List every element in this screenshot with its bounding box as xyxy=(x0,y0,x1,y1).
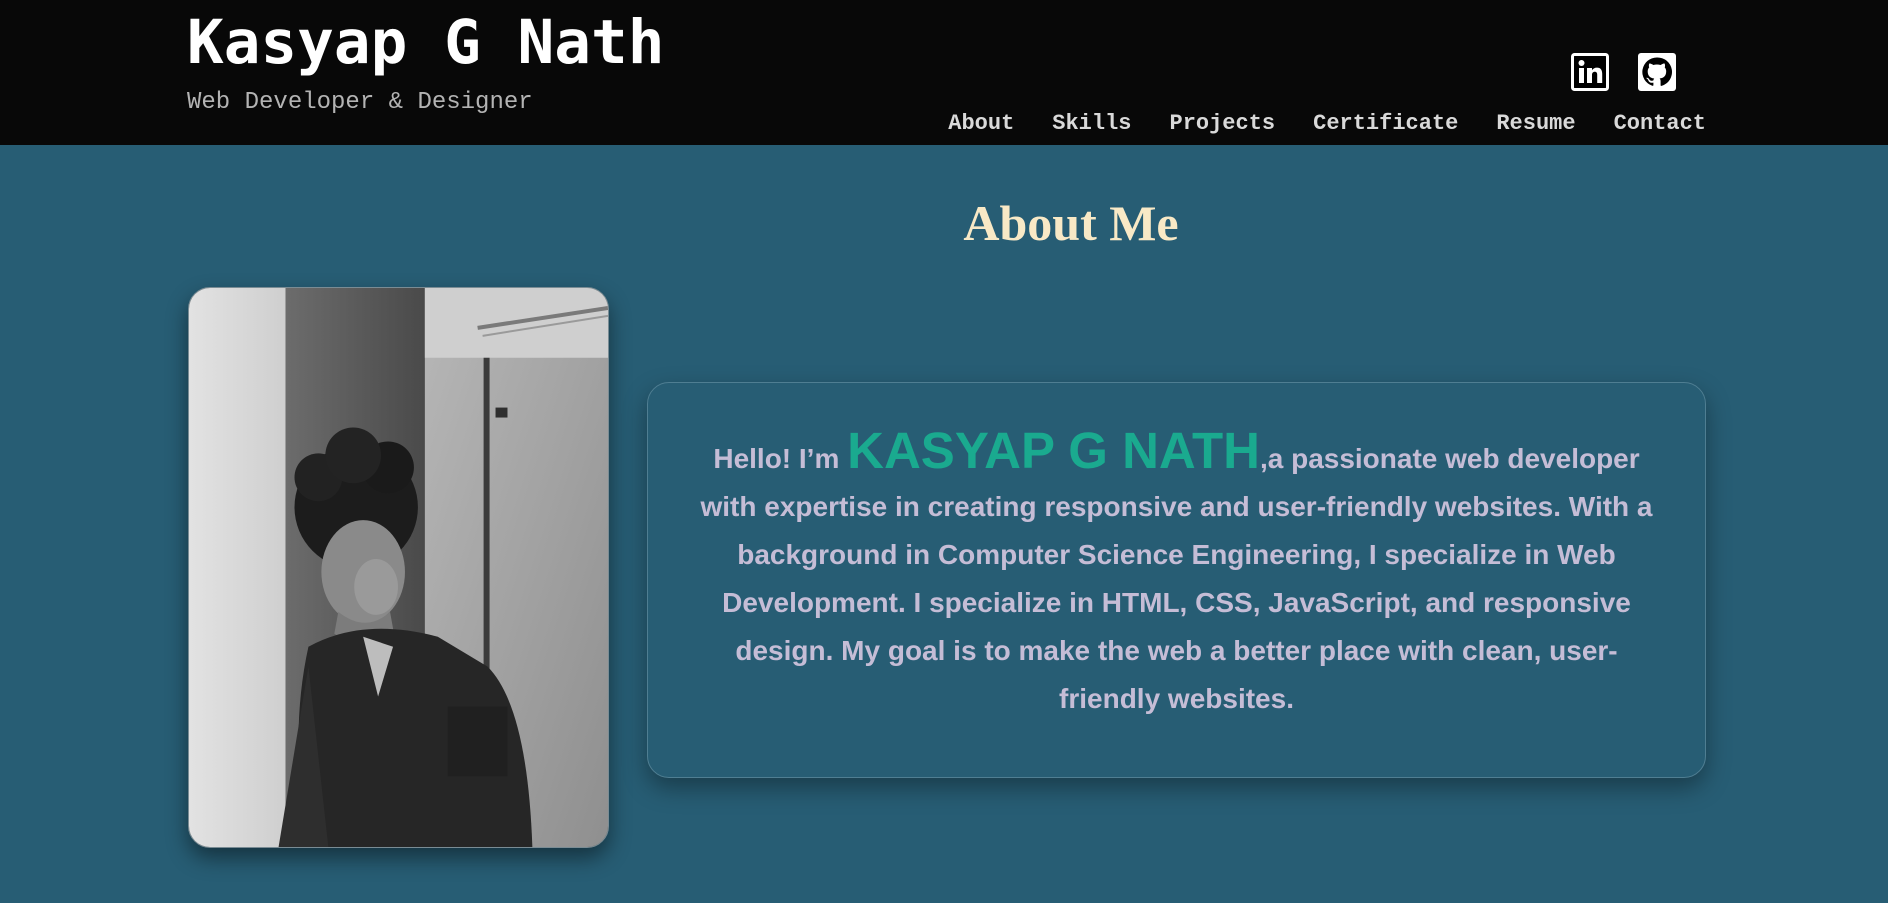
bio-text: ,a passionate web developer with experti… xyxy=(700,443,1653,714)
about-card: Hello! I’m KASYAP G NATH,a passionate we… xyxy=(647,382,1706,778)
nav-about[interactable]: About xyxy=(948,109,1014,139)
site-header: Kasyap G Nath Web Developer & Designer A… xyxy=(0,0,1888,145)
brand-tagline: Web Developer & Designer xyxy=(187,89,533,116)
nav-resume[interactable]: Resume xyxy=(1496,109,1575,139)
github-link[interactable] xyxy=(1638,53,1676,91)
nav-skills[interactable]: Skills xyxy=(1052,109,1131,139)
bio-name: KASYAP G NATH xyxy=(847,422,1260,479)
linkedin-link[interactable] xyxy=(1571,53,1609,91)
nav-certificate[interactable]: Certificate xyxy=(1313,109,1458,139)
nav-projects[interactable]: Projects xyxy=(1170,109,1276,139)
main-nav: About Skills Projects Certificate Resume… xyxy=(948,109,1706,139)
github-icon xyxy=(1638,53,1676,91)
nav-contact[interactable]: Contact xyxy=(1614,109,1706,139)
brand-name: Kasyap G Nath xyxy=(187,7,665,78)
linkedin-icon xyxy=(1571,53,1609,91)
bio-intro: Hello! I’m xyxy=(713,443,848,474)
about-title: About Me xyxy=(963,195,1179,251)
profile-photo xyxy=(188,287,609,848)
